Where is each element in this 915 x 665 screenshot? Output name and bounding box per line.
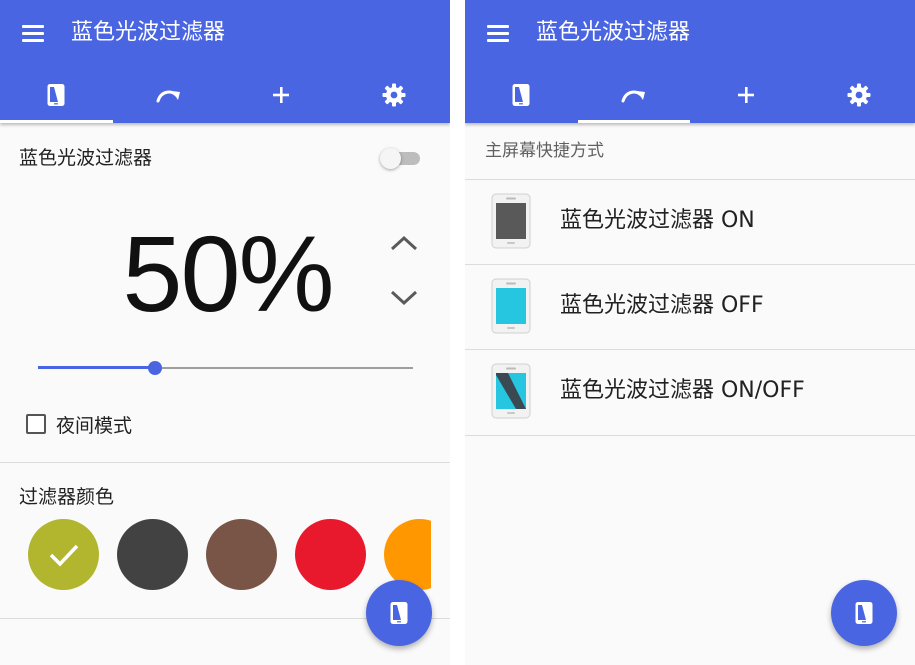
slider-thumb[interactable] (148, 361, 163, 375)
shortcut-arrow-icon (156, 90, 180, 102)
tab-settings[interactable] (338, 66, 451, 123)
night-mode-option[interactable]: 夜间模式 (26, 410, 132, 438)
toggle-filter-fab[interactable] (831, 580, 897, 646)
filter-toggle-label: 蓝色光波过滤器 (19, 147, 153, 169)
shortcut-on[interactable]: 蓝色光波过滤器 ON (465, 179, 915, 264)
plus-icon (273, 86, 290, 103)
phone-cyan-icon (491, 278, 531, 334)
gear-icon (847, 83, 871, 106)
toggle-filter-fab[interactable] (366, 580, 432, 646)
phone-dark-icon (491, 193, 531, 249)
night-mode-checkbox[interactable] (26, 414, 46, 434)
app-title: 蓝色光波过滤器 (71, 20, 226, 45)
shortcut-toggle[interactable]: 蓝色光波过滤器 ON/OFF (465, 349, 915, 434)
app-title: 蓝色光波过滤器 (536, 20, 691, 45)
night-mode-label: 夜间模式 (56, 414, 133, 437)
list-divider (465, 435, 915, 436)
app-bar: 蓝色光波过滤器 (0, 0, 450, 123)
tab-bar (465, 66, 915, 123)
tab-settings[interactable] (803, 66, 915, 123)
color-swatch-list (0, 518, 431, 591)
shortcut-off[interactable]: 蓝色光波过滤器 OFF (465, 264, 915, 349)
color-swatch[interactable] (384, 519, 431, 590)
chevron-up-icon (390, 235, 418, 251)
tab-filter[interactable] (0, 66, 113, 123)
phone-filter-icon (512, 83, 530, 106)
slider-fill (38, 366, 156, 369)
section-divider (0, 462, 450, 463)
filter-settings-screen: 蓝色光波过滤器 蓝色光波过滤器 50% 夜间模式 过滤器颜色 (0, 0, 450, 665)
shortcuts-screen: 蓝色光波过滤器 主屏幕快捷方式 蓝色光波过滤器 ON 蓝色光波过滤器 OFF 蓝… (465, 0, 915, 665)
color-swatch[interactable] (117, 519, 188, 590)
menu-icon[interactable] (483, 20, 513, 46)
color-swatch[interactable] (295, 519, 366, 590)
shortcut-label: 蓝色光波过滤器 ON/OFF (560, 378, 805, 403)
shortcut-arrow-icon (621, 90, 645, 102)
chevron-down-icon (390, 290, 418, 306)
shortcut-label: 蓝色光波过滤器 ON (560, 208, 755, 233)
tab-shortcuts[interactable] (577, 66, 691, 123)
phone-filter-icon (855, 602, 873, 624)
phone-filter-icon (390, 602, 408, 624)
phone-split-icon (491, 363, 531, 419)
opacity-percent-readout: 50% (122, 213, 334, 334)
increase-opacity-button[interactable] (384, 228, 424, 258)
tab-bar (0, 66, 450, 123)
shortcut-label: 蓝色光波过滤器 OFF (560, 293, 764, 318)
tab-filter[interactable] (465, 66, 578, 123)
plus-icon (738, 86, 755, 103)
app-bar: 蓝色光波过滤器 (465, 0, 915, 123)
phone-filter-icon (47, 83, 65, 106)
home-shortcuts-header: 主屏幕快捷方式 (485, 141, 604, 161)
decrease-opacity-button[interactable] (384, 283, 424, 313)
tab-shortcuts[interactable] (113, 66, 226, 123)
filter-toggle-switch[interactable] (380, 146, 422, 170)
color-swatch[interactable] (28, 519, 99, 590)
color-swatch[interactable] (206, 519, 277, 590)
tab-add[interactable] (690, 66, 803, 123)
tab-add[interactable] (225, 66, 338, 123)
opacity-slider[interactable] (38, 357, 413, 379)
gear-icon (382, 83, 406, 106)
filter-color-label: 过滤器颜色 (19, 486, 115, 508)
menu-icon[interactable] (18, 20, 48, 46)
checkmark-icon (49, 544, 78, 567)
